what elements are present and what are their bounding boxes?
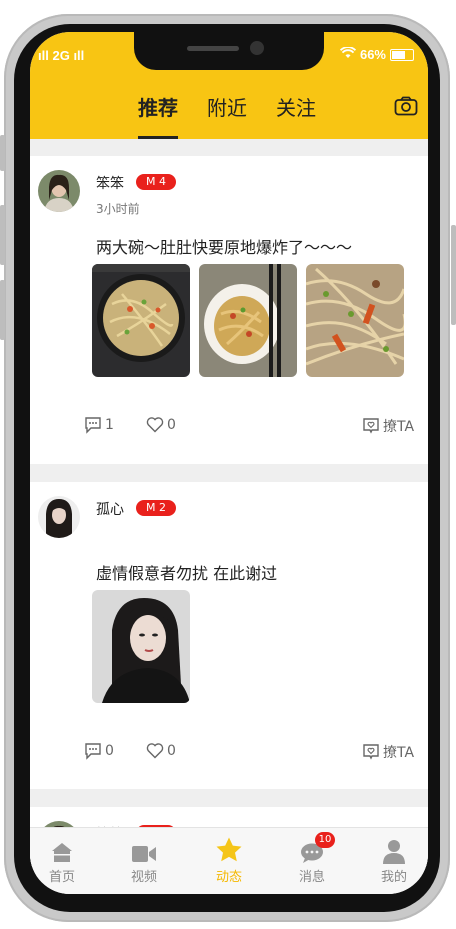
flirt-heart-icon bbox=[363, 744, 379, 760]
like-count: 0 bbox=[167, 416, 176, 433]
post-text: 虚情假意者勿扰 在此谢过 bbox=[96, 564, 278, 583]
nav-label: 动态 bbox=[215, 870, 242, 885]
post-card[interactable]: 孤心 M 2 虚情假意者勿扰 在此谢过 0 0 撩TA bbox=[30, 482, 428, 789]
front-camera bbox=[250, 41, 264, 55]
battery-percent: 66% bbox=[359, 47, 386, 62]
level-badge: M 4 bbox=[136, 174, 176, 190]
username[interactable]: 孤心 bbox=[96, 499, 124, 519]
flirt-label: 撩TA bbox=[383, 745, 415, 761]
side-button bbox=[0, 135, 5, 171]
nav-moments[interactable]: 动态 bbox=[199, 834, 259, 885]
nav-label: 首页 bbox=[48, 870, 75, 885]
camera-icon[interactable] bbox=[394, 96, 418, 116]
signal-icon-2: ıll bbox=[73, 48, 85, 63]
like-count: 0 bbox=[167, 742, 176, 759]
app-screen: ıll 2G ıll 66% 推荐 附近 关注 笨笨 M 4 3小时前 两大碗～… bbox=[30, 32, 428, 894]
unread-badge: 10 bbox=[315, 832, 335, 848]
like-button[interactable]: 0 bbox=[146, 742, 176, 759]
video-icon bbox=[132, 846, 156, 862]
wifi-icon bbox=[339, 46, 357, 62]
nav-label: 视频 bbox=[130, 870, 157, 885]
volume-up-button bbox=[0, 205, 5, 265]
bottom-nav: 首页 视频 动态 10 消息 我的 bbox=[30, 827, 428, 894]
signal-status: ıll 2G ıll bbox=[38, 48, 84, 63]
avatar[interactable] bbox=[38, 170, 80, 212]
home-icon bbox=[52, 843, 72, 862]
nav-messages[interactable]: 10 消息 bbox=[282, 832, 342, 885]
comment-icon bbox=[85, 417, 101, 434]
power-button bbox=[451, 225, 456, 325]
comment-button[interactable]: 0 bbox=[84, 742, 114, 760]
post-photo[interactable] bbox=[199, 264, 297, 377]
post-photo[interactable] bbox=[92, 264, 190, 377]
post-card[interactable]: 笨笨 M 4 3小时前 两大碗～肚肚快要原地爆炸了～～～ 1 0 撩TA bbox=[30, 156, 428, 464]
post-photo[interactable] bbox=[306, 264, 404, 377]
like-button[interactable]: 0 bbox=[146, 416, 176, 433]
flirt-heart-icon bbox=[363, 418, 379, 434]
username[interactable]: 笨笨 bbox=[96, 173, 124, 193]
comment-count: 1 bbox=[105, 417, 114, 433]
speaker-grill bbox=[187, 46, 239, 51]
comment-button[interactable]: 1 bbox=[84, 416, 114, 434]
flirt-button[interactable]: 撩TA bbox=[362, 742, 414, 762]
phone-notch bbox=[134, 32, 324, 70]
heart-icon bbox=[146, 417, 164, 433]
nav-label: 消息 bbox=[298, 870, 325, 885]
nav-label: 我的 bbox=[380, 870, 407, 885]
tab-following[interactable]: 关注 bbox=[276, 92, 316, 121]
battery-status: 66% bbox=[339, 46, 414, 62]
flirt-label: 撩TA bbox=[383, 419, 415, 435]
tab-nearby[interactable]: 附近 bbox=[207, 92, 247, 121]
nav-video[interactable]: 视频 bbox=[114, 834, 174, 885]
star-icon bbox=[216, 837, 242, 862]
post-text: 两大碗～肚肚快要原地爆炸了～～～ bbox=[96, 238, 353, 257]
post-photo[interactable] bbox=[92, 590, 190, 703]
nav-profile[interactable]: 我的 bbox=[364, 834, 424, 885]
comment-count: 0 bbox=[105, 743, 114, 759]
level-badge: M 2 bbox=[136, 500, 176, 516]
nav-home[interactable]: 首页 bbox=[32, 834, 92, 885]
avatar[interactable] bbox=[38, 496, 80, 538]
tab-recommend[interactable]: 推荐 bbox=[138, 92, 178, 121]
flirt-button[interactable]: 撩TA bbox=[362, 416, 414, 436]
post-time: 3小时前 bbox=[96, 202, 140, 216]
top-tabs: 推荐 附近 关注 bbox=[30, 92, 428, 132]
comment-icon bbox=[85, 743, 101, 760]
app-header: ıll 2G ıll 66% 推荐 附近 关注 bbox=[30, 32, 428, 139]
heart-icon bbox=[146, 743, 164, 759]
signal-icon: ıll bbox=[38, 48, 49, 63]
battery-icon bbox=[390, 48, 414, 61]
active-tab-indicator bbox=[138, 136, 178, 139]
network-type: 2G bbox=[52, 48, 70, 63]
person-icon bbox=[383, 840, 405, 864]
volume-down-button bbox=[0, 280, 5, 340]
